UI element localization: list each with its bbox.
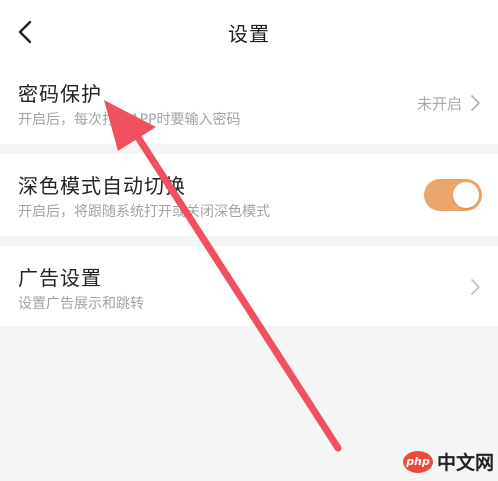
chevron-right-icon [471,279,480,295]
chevron-right-icon [471,95,480,111]
setting-description: 开启后，每次打开APP时要输入密码 [18,112,241,128]
setting-description: 开启后，将跟随系统打开或关闭深色模式 [18,204,270,220]
setting-dark-mode-auto: 深色模式自动切换 开启后，将跟随系统打开或关闭深色模式 [0,154,498,236]
dark-mode-toggle[interactable] [424,179,482,211]
php-cn-watermark: php 中文网 [402,448,494,475]
watermark-text: 中文网 [436,452,494,474]
setting-title: 广告设置 [18,266,102,290]
setting-title: 深色模式自动切换 [18,174,186,198]
php-logo-badge: php [402,450,433,473]
page-title: 设置 [228,22,270,46]
setting-title: 密码保护 [18,82,102,106]
status-value: 未开启 [416,95,462,113]
header-bar: 设置 [0,0,498,64]
setting-ad-settings[interactable]: 广告设置 设置广告展示和跳转 [0,246,498,326]
setting-description: 设置广告展示和跳转 [18,296,144,312]
toggle-knob [453,182,479,208]
setting-password-protection[interactable]: 密码保护 开启后，每次打开APP时要输入密码 未开启 [0,64,498,144]
